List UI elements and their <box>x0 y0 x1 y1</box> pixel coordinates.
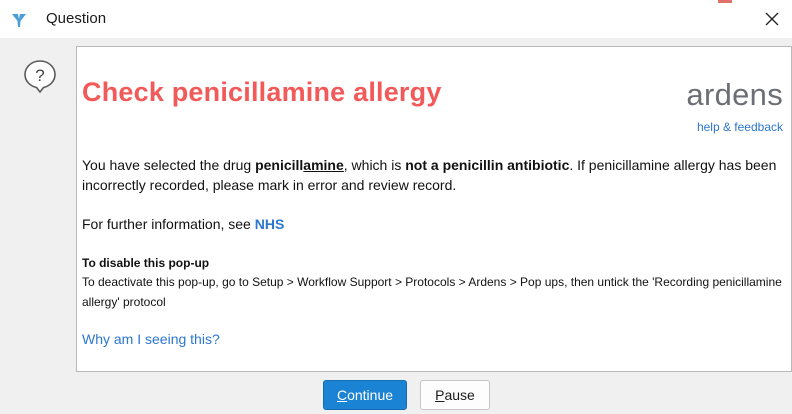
continue-mnemonic: C <box>336 387 348 403</box>
question-dialog: Question ? Check penicillamine allergy a… <box>0 0 792 414</box>
pause-label: ause <box>444 387 475 403</box>
drug-name-part2: amine <box>303 157 344 173</box>
why-seeing-link[interactable]: Why am I seeing this? <box>82 331 220 347</box>
further-info-prefix: For further information, see <box>82 216 255 232</box>
nhs-link[interactable]: NHS <box>255 216 285 232</box>
pause-button[interactable]: Pause <box>420 380 490 410</box>
drug-name: penicillamine <box>255 157 344 173</box>
background-window-accent <box>718 0 732 3</box>
message-panel: Check penicillamine allergy ardens help … <box>76 46 792 372</box>
further-info: For further information, see NHS <box>82 216 284 232</box>
help-feedback-link[interactable]: help & feedback <box>697 120 783 134</box>
disable-popup-title: To disable this pop-up <box>82 256 210 270</box>
continue-label: ontinue <box>347 387 394 403</box>
message-text: You have selected the drug penicillamine… <box>82 155 782 195</box>
drug-name-part1: penicill <box>255 157 304 173</box>
close-button[interactable] <box>752 0 792 38</box>
svg-text:?: ? <box>35 66 44 85</box>
title-bar: Question <box>0 0 792 38</box>
ardens-app-icon <box>11 12 27 28</box>
close-icon <box>765 12 779 26</box>
message-emphasis: not a penicillin antibiotic <box>405 157 570 173</box>
question-speech-bubble-icon: ? <box>22 58 58 94</box>
message-intro: You have selected the drug <box>82 157 256 173</box>
disable-popup-instructions: To deactivate this pop-up, go to Setup >… <box>82 275 782 309</box>
message-mid: , which is <box>343 157 406 173</box>
pause-mnemonic: P <box>435 387 445 403</box>
continue-button[interactable]: Continue <box>323 380 407 410</box>
page-title: Check penicillamine allergy <box>82 77 442 107</box>
ardens-logo: ardens <box>686 77 783 112</box>
window-title: Question <box>46 10 107 27</box>
